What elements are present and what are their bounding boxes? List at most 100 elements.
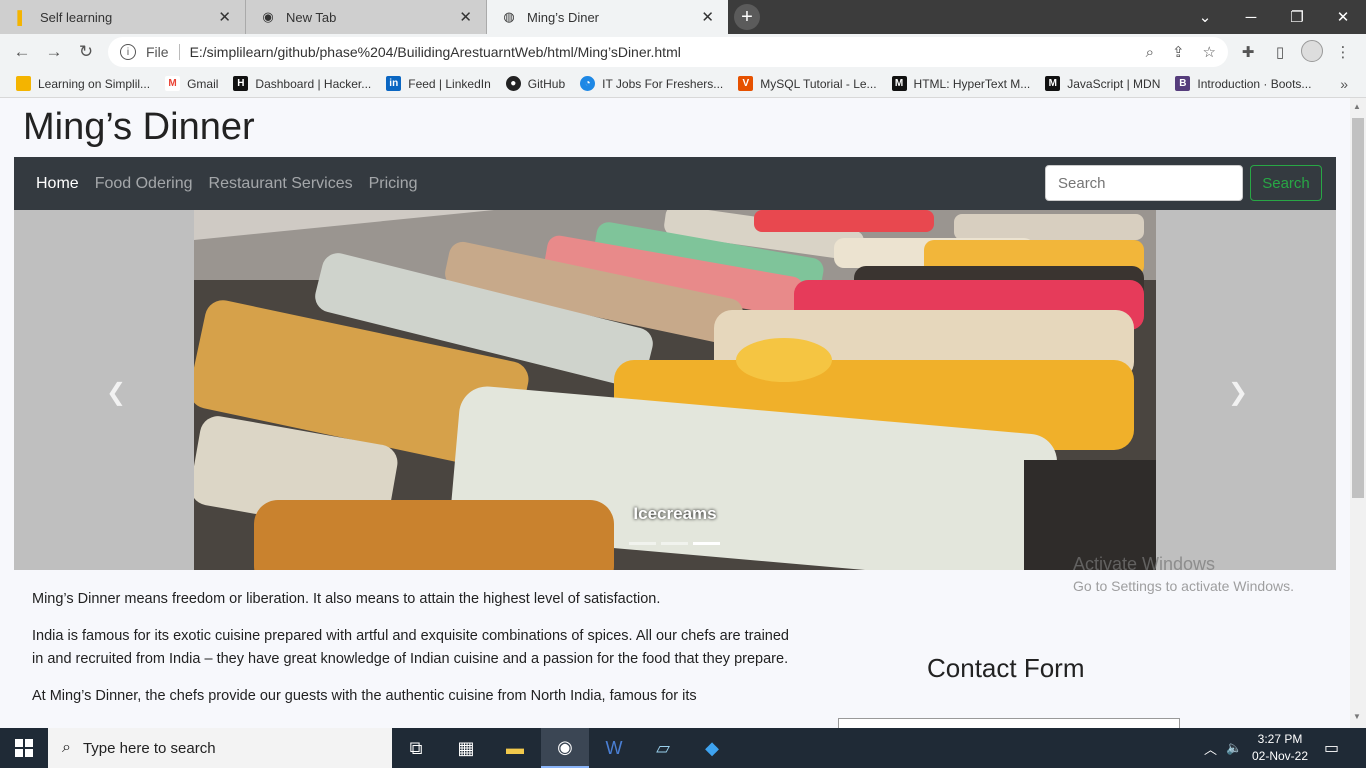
mysql-icon: V bbox=[738, 76, 754, 91]
tab-new-tab[interactable]: ◉ New Tab ✕ bbox=[246, 0, 487, 34]
bookmarks-overflow-icon[interactable]: » bbox=[1340, 76, 1348, 92]
volume-icon[interactable]: 🔈 bbox=[1226, 728, 1242, 768]
share-icon[interactable]: ⇪ bbox=[1172, 43, 1185, 61]
github-icon: ● bbox=[505, 76, 521, 91]
tab-self-learning[interactable]: ▌ Self learning ✕ bbox=[0, 0, 246, 34]
url-text[interactable]: E:/simplilearn/github/phase%204/Builidin… bbox=[190, 44, 1128, 60]
nav-food-ordering[interactable]: Food Odering bbox=[95, 175, 193, 193]
page-scrollbar[interactable]: ▲ ▼ bbox=[1350, 98, 1366, 728]
scroll-up-icon[interactable]: ▲ bbox=[1353, 102, 1361, 111]
bookmark-star-icon[interactable]: ☆ bbox=[1203, 43, 1216, 61]
nav-restaurant-services[interactable]: Restaurant Services bbox=[209, 175, 353, 193]
bookmark-mysql[interactable]: V MySQL Tutorial - Le... bbox=[738, 76, 877, 91]
nav-home[interactable]: Home bbox=[36, 175, 79, 193]
menu-icon[interactable]: ⋮ bbox=[1333, 42, 1353, 62]
bookmark-html-mdn[interactable]: M HTML: HyperText M... bbox=[891, 76, 1030, 91]
vscode-icon[interactable]: ◆ bbox=[688, 728, 736, 768]
back-icon[interactable]: ← bbox=[10, 40, 34, 64]
about-paragraph: Ming’s Dinner means freedom or liberatio… bbox=[32, 591, 661, 607]
close-icon[interactable]: ✕ bbox=[701, 8, 714, 26]
notepad-icon[interactable]: ▱ bbox=[639, 728, 687, 768]
bookmark-simplilearn[interactable]: Learning on Simplil... bbox=[16, 76, 150, 91]
search-input[interactable] bbox=[1045, 165, 1243, 201]
scrollbar-thumb[interactable] bbox=[1352, 118, 1364, 498]
carousel-indicator-2[interactable] bbox=[661, 542, 688, 545]
scroll-down-icon[interactable]: ▼ bbox=[1353, 712, 1361, 721]
address-divider bbox=[178, 44, 180, 60]
about-paragraph: At Ming’s Dinner, the chefs provide our … bbox=[32, 688, 697, 704]
notifications-icon[interactable]: ▭ bbox=[1324, 728, 1339, 768]
calculator-icon[interactable]: ▦ bbox=[442, 728, 490, 768]
linkedin-icon: in bbox=[386, 76, 402, 91]
carousel-prev-icon[interactable]: ❮ bbox=[106, 378, 126, 407]
chrome-taskbar-icon[interactable]: ◉ bbox=[541, 728, 589, 768]
about-paragraph: India is famous for its exotic cuisine p… bbox=[32, 628, 789, 667]
contact-form-title: Contact Form bbox=[927, 653, 1085, 683]
tab-mings-diner[interactable]: ◍ Ming’s Diner ✕ bbox=[487, 0, 728, 34]
tray-chevron-icon[interactable]: ︿ bbox=[1204, 728, 1217, 768]
bookmark-gmail[interactable]: M Gmail bbox=[165, 76, 218, 91]
mdn-icon: M bbox=[1045, 76, 1061, 91]
side-panel-icon[interactable]: ▯ bbox=[1270, 42, 1290, 62]
carousel-indicator-3[interactable] bbox=[693, 542, 720, 545]
contact-name-field[interactable] bbox=[838, 718, 1180, 728]
reload-icon[interactable]: ↻ bbox=[74, 40, 98, 64]
simplilearn-icon: ▌ bbox=[17, 9, 27, 25]
page-viewport: Ming’s Dinner Home Food Odering Restaura… bbox=[0, 98, 1350, 728]
bookmarks-bar: Learning on Simplil... M Gmail H Dashboard… bbox=[0, 70, 1366, 98]
new-tab-button[interactable]: + bbox=[734, 4, 760, 30]
taskbar-clock[interactable]: 3:27 PM 02-Nov-22 bbox=[1248, 731, 1312, 765]
bookmark-github[interactable]: ● GitHub bbox=[505, 76, 565, 91]
site-title: Ming’s Dinner bbox=[23, 106, 255, 148]
extensions-icon[interactable]: ✚ bbox=[1238, 42, 1258, 62]
globe-icon: ◍ bbox=[503, 9, 515, 24]
restore-icon[interactable]: ❐ bbox=[1274, 0, 1320, 34]
carousel-next-icon[interactable]: ❯ bbox=[1228, 378, 1248, 407]
bookmark-bootstrap[interactable]: B Introduction · Boots... bbox=[1175, 76, 1311, 91]
image-carousel: ❮ ❯ Icecreams bbox=[14, 210, 1336, 570]
start-button[interactable] bbox=[0, 728, 48, 768]
mdn-icon: M bbox=[891, 76, 907, 91]
bootstrap-icon: B bbox=[1175, 76, 1191, 91]
activate-windows-subtitle: Go to Settings to activate Windows. bbox=[1073, 578, 1294, 594]
clock-time: 3:27 PM bbox=[1257, 732, 1303, 746]
profile-avatar[interactable] bbox=[1301, 40, 1323, 62]
forward-icon[interactable]: → bbox=[42, 40, 66, 64]
close-icon[interactable]: ✕ bbox=[218, 8, 231, 26]
windows-logo-icon bbox=[15, 739, 33, 757]
simplilearn-icon bbox=[16, 76, 31, 91]
hackerrank-icon: H bbox=[233, 76, 249, 91]
carousel-indicator-1[interactable] bbox=[629, 542, 656, 545]
word-icon[interactable]: W bbox=[590, 728, 638, 768]
task-view-icon[interactable]: ⧉ bbox=[392, 728, 440, 768]
carousel-caption: Icecreams bbox=[633, 504, 717, 523]
carousel-indicators bbox=[629, 542, 725, 545]
taskbar-search[interactable]: ⌕ Type here to search bbox=[48, 728, 392, 768]
clock-date: 02-Nov-22 bbox=[1251, 749, 1309, 763]
bookmark-js-mdn[interactable]: M JavaScript | MDN bbox=[1045, 76, 1160, 91]
bookmark-linkedin[interactable]: in Feed | LinkedIn bbox=[386, 76, 491, 91]
browser-toolbar: ← → ↻ i File E:/simplilearn/github/phase… bbox=[0, 34, 1366, 70]
tab-title: Ming’s Diner bbox=[527, 9, 600, 25]
activate-windows-title: Activate Windows bbox=[1073, 554, 1216, 574]
tab-title: New Tab bbox=[286, 9, 337, 25]
tab-search-icon[interactable]: ⌄ bbox=[1182, 0, 1228, 34]
chrome-icon: ◉ bbox=[262, 9, 274, 24]
info-icon[interactable]: i bbox=[120, 44, 136, 60]
tab-title: Self learning bbox=[40, 9, 113, 25]
zoom-icon[interactable]: ⌕ bbox=[1146, 44, 1154, 61]
file-explorer-icon[interactable]: ▬ bbox=[491, 728, 539, 768]
windows-taskbar: ⌕ Type here to search ⧉ ▦ ▬ ◉ W ▱ ◆ ︿ 🔈 … bbox=[0, 728, 1366, 768]
scheme-label: File bbox=[146, 44, 169, 60]
bookmark-hackerrank[interactable]: H Dashboard | Hacker... bbox=[233, 76, 371, 91]
address-bar[interactable]: i File E:/simplilearn/github/phase%204/B… bbox=[108, 37, 1228, 67]
window-close-icon[interactable]: ✕ bbox=[1320, 0, 1366, 34]
site-navbar: Home Food Odering Restaurant Services Pr… bbox=[14, 157, 1336, 210]
browser-tabstrip: ▌ Self learning ✕ ◉ New Tab ✕ ◍ Ming’s D… bbox=[0, 0, 1366, 34]
nav-pricing[interactable]: Pricing bbox=[369, 175, 418, 193]
bookmark-it-jobs[interactable]: ◔ IT Jobs For Freshers... bbox=[580, 76, 723, 91]
carousel-slide-image: Icecreams bbox=[194, 210, 1156, 570]
search-button[interactable]: Search bbox=[1250, 165, 1322, 201]
close-icon[interactable]: ✕ bbox=[459, 8, 472, 26]
minimize-icon[interactable]: ─ bbox=[1228, 0, 1274, 34]
